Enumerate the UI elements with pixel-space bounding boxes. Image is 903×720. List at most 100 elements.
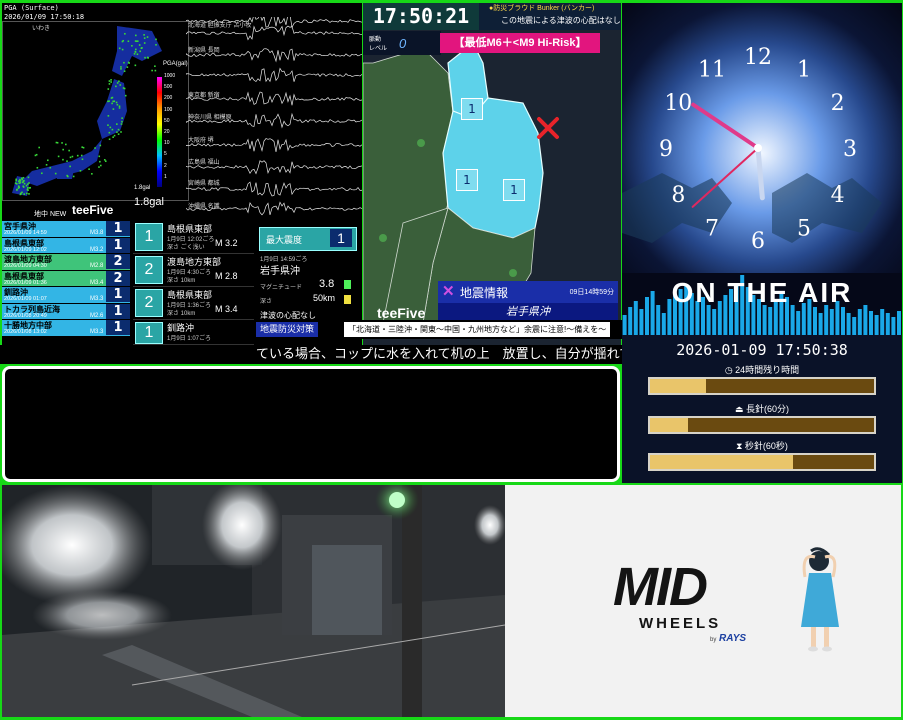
colorbar-tick: 1000 xyxy=(164,73,176,79)
station-dot xyxy=(154,65,156,68)
quake-magnitude: M3.8 xyxy=(90,230,104,236)
station-dot xyxy=(118,80,120,83)
equalizer-bar xyxy=(818,313,823,335)
station-dot xyxy=(25,184,28,187)
station-dot xyxy=(131,45,133,47)
station-dot xyxy=(135,40,138,43)
level-value: 0 xyxy=(399,36,407,51)
station-dot xyxy=(146,36,149,38)
depth-value: 50km xyxy=(313,293,336,303)
clock-readout: 17:50:21 xyxy=(363,3,479,30)
minute-fill xyxy=(650,418,689,432)
pga-colorbar xyxy=(157,77,162,187)
news-ticker: 地震防災対策 「北海道・三陸沖・関東〜中国・九州地方など」余震に注意!〜備えを〜… xyxy=(0,320,622,364)
colorbar-tick: 100 xyxy=(164,106,173,113)
equalizer-bar xyxy=(628,307,633,335)
station-dot xyxy=(108,80,111,82)
latest-location: 岩手県沖 xyxy=(260,266,300,277)
quake-detail-card[interactable]: 2 渡島地方東部 1月9日 4:30ごろ 深さ 10km M 2.8 xyxy=(133,254,254,287)
station-dot xyxy=(19,182,21,184)
station-dot xyxy=(71,155,74,158)
depth-indicator xyxy=(344,295,351,304)
equalizer-bar xyxy=(857,309,862,335)
colorbar-tick: 500 xyxy=(164,84,173,91)
quake-intensity: 2 xyxy=(106,254,130,269)
station-dot xyxy=(19,193,22,196)
station-dot xyxy=(47,159,49,162)
list-item[interactable]: 島根県東部 2026/01/09 01:36 M3.4 2 xyxy=(2,270,130,286)
station-dot xyxy=(112,136,114,138)
colorbar-tick: 2 xyxy=(164,162,167,169)
time-remaining-panel: 2026-01-09 17:50:38 ◷ 24時間残り時間 ⏏ 長針(60分)… xyxy=(622,335,902,483)
detail-datetime: 1月9日 1:07ごろ xyxy=(167,336,212,342)
detail-depth: 深さ 10km xyxy=(167,278,196,284)
list-item[interactable]: 釧路沖 2026/01/09 01:07 M3.3 1 xyxy=(2,287,130,303)
list-item[interactable]: 十勝地方中部 2026/01/08 13:02 M3.3 1 xyxy=(2,320,130,336)
depth-label: 深さ xyxy=(260,299,273,305)
quake-datetime: 2026/01/09 01:07 xyxy=(4,296,47,302)
detail-magnitude: M 3.2 xyxy=(215,238,238,248)
quake-detail-card[interactable]: 2 島根県東部 1月9日 1:36ごろ 深さ 10km M 3.4 xyxy=(133,287,254,320)
list-item[interactable]: 宮手県沖 2026/01/09 14:59 M3.8 1 xyxy=(2,221,130,237)
station-dot xyxy=(112,100,114,103)
station-dot xyxy=(88,168,90,170)
station-dot xyxy=(143,34,145,36)
risk-banner: 【最低M6＋<M9 Hi-Risk】 xyxy=(440,33,600,53)
ticker-warning: 「北海道・三陸沖・関東〜中国・九州地方など」余震に注意!〜備えを〜 xyxy=(344,322,611,337)
region-intensity-mark: 1 xyxy=(456,169,478,191)
station-label: 沖縄県 名護 xyxy=(188,204,220,210)
detail-intensity: 2 xyxy=(135,256,163,284)
equalizer-bar xyxy=(622,315,627,335)
colorbar-tick: 5 xyxy=(164,151,167,158)
station-dot xyxy=(21,178,24,181)
station-dot xyxy=(34,154,37,157)
station-label: 大阪府 堺 xyxy=(188,138,214,144)
level-indicator: 脈動 レベル 0 xyxy=(363,31,441,55)
region-intensity-mark: 1 xyxy=(461,98,483,120)
station-dot xyxy=(111,128,114,131)
colorbar-tick: 200 xyxy=(164,95,173,102)
on-air-label: ON THE AIR xyxy=(671,277,853,308)
station-dot xyxy=(127,61,130,64)
station-dot xyxy=(110,79,112,81)
station-dot xyxy=(94,147,96,149)
quake-magnitude: M3.3 xyxy=(90,329,104,335)
quake-detail-card[interactable]: 1 島根県東部 1月9日 12:02ごろ 深さ ごく浅い M 3.2 xyxy=(133,221,254,254)
equalizer-bar xyxy=(841,307,845,335)
list-item[interactable]: トカラ列島近海 2026/01/08 20:49 M2.6 1 xyxy=(2,303,130,319)
station-label: 新潟県 長岡 xyxy=(188,48,220,54)
station-dot xyxy=(127,40,130,43)
station-dot xyxy=(29,186,31,189)
clock-numeral: 8 xyxy=(671,183,685,208)
list-item[interactable]: 渡島地方東部 2026/01/09 04:30 M2.8 2 xyxy=(2,254,130,270)
clock-numeral: 7 xyxy=(705,217,719,242)
list-item[interactable]: 島根県東部 2026/01/09 12:02 M3.2 1 xyxy=(2,237,130,253)
station-dot xyxy=(98,166,100,168)
station-dot xyxy=(154,69,157,72)
station-dot xyxy=(72,175,75,178)
station-dot xyxy=(61,142,63,144)
equalizer-bar xyxy=(891,317,896,335)
colorbar-tick: 50 xyxy=(164,117,170,124)
station-dot xyxy=(108,83,111,85)
quake-magnitude: M3.3 xyxy=(90,296,104,302)
equalizer-bar xyxy=(796,311,801,335)
station-dot xyxy=(121,48,124,51)
clock-numeral: 9 xyxy=(659,137,673,162)
station-dot xyxy=(108,100,110,102)
station-label: 広島県 福山 xyxy=(188,160,220,166)
station-dot xyxy=(45,164,48,166)
station-dot xyxy=(124,94,127,97)
colorbar-tick: 10 xyxy=(164,140,170,147)
recent-quake-list: 宮手県沖 2026/01/09 14:59 M3.8 1 島根県東部 2026/… xyxy=(2,221,130,337)
detail-magnitude: M 2.8 xyxy=(215,271,238,281)
station-dot xyxy=(26,183,29,186)
wheels-text: WHEELS xyxy=(639,615,722,632)
teefive-logo: teeFive xyxy=(377,305,426,321)
station-dot xyxy=(135,34,137,37)
quake-detail-card[interactable]: 1 釧路沖 1月9日 1:07ごろ xyxy=(133,320,254,345)
max-intensity-box: 最大震度 1 xyxy=(259,227,357,251)
station-dot xyxy=(17,180,20,182)
max-gal: 1.8gal xyxy=(134,196,164,208)
station-dot xyxy=(15,178,17,181)
